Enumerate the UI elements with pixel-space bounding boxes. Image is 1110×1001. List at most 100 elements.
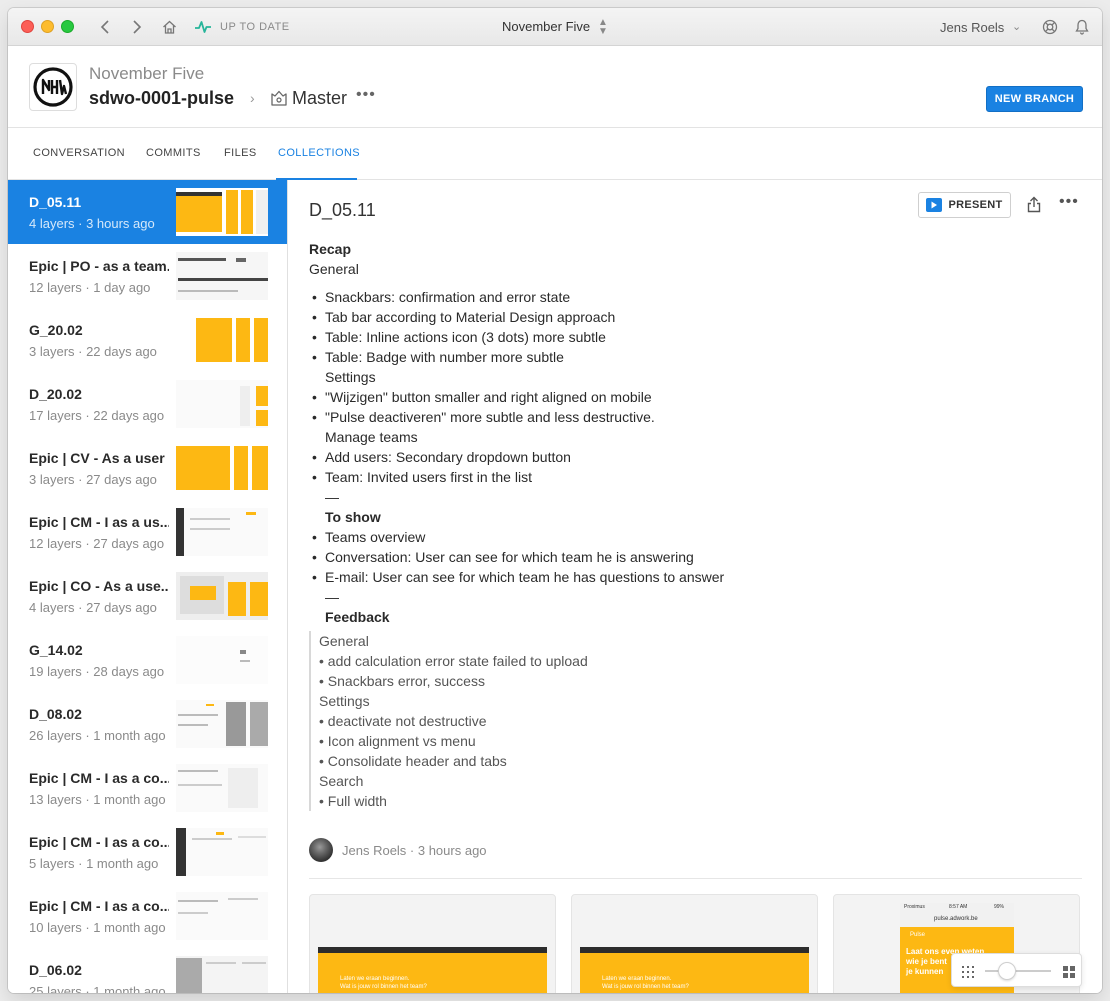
master-branch-icon bbox=[270, 89, 288, 112]
collection-meta: 12 layers · 1 day ago bbox=[29, 280, 151, 295]
present-label: PRESENT bbox=[948, 199, 1003, 211]
recap-heading: Recap bbox=[309, 241, 352, 257]
project-name[interactable]: sdwo-0001-pulse bbox=[89, 88, 234, 109]
collection-thumbnail bbox=[176, 636, 268, 684]
zoom-slider-track[interactable] bbox=[985, 970, 1051, 972]
recap-list: Snackbars: confirmation and error stateT… bbox=[309, 287, 1069, 627]
collection-thumbnail bbox=[176, 764, 268, 812]
collection-meta: 4 layers · 27 days ago bbox=[29, 600, 157, 615]
tab-commits[interactable]: COMMITS bbox=[146, 147, 201, 159]
organization-name[interactable]: November Five bbox=[89, 64, 204, 84]
collection-name: Epic | CM - I as a co... bbox=[29, 834, 169, 850]
collection-name: D_05.11 bbox=[29, 194, 82, 210]
feedback-line: General bbox=[319, 633, 369, 649]
collection-item[interactable]: Epic | CM - I as a co... 10 layers · 1 m… bbox=[8, 884, 287, 948]
collection-item[interactable]: Epic | PO - as a team... 12 layers · 1 d… bbox=[8, 244, 287, 308]
collection-meta: 5 layers · 1 month ago bbox=[29, 856, 159, 871]
forward-icon[interactable] bbox=[130, 17, 144, 37]
feedback-line: Settings bbox=[319, 693, 370, 709]
recap-bullet: Teams overview bbox=[309, 527, 1069, 547]
back-icon[interactable] bbox=[98, 17, 112, 37]
more-options-icon[interactable]: ••• bbox=[1059, 193, 1079, 211]
collection-thumbnail bbox=[176, 316, 268, 364]
large-grid-icon[interactable] bbox=[1063, 965, 1075, 983]
collection-item[interactable]: D_08.02 26 layers · 1 month ago bbox=[8, 692, 287, 756]
preview-brand: Pulse bbox=[910, 932, 926, 938]
collection-item[interactable]: G_20.02 3 layers · 22 days ago bbox=[8, 308, 287, 372]
share-icon[interactable] bbox=[1027, 196, 1041, 218]
avatar[interactable] bbox=[309, 838, 333, 862]
tab-collections[interactable]: COLLECTIONS bbox=[278, 147, 360, 159]
maximize-window-button[interactable] bbox=[61, 20, 74, 33]
title-bar: UP TO DATE November Five ▲ ▼ Jens Roels ⌄ bbox=[8, 8, 1102, 46]
project-switcher[interactable]: November Five bbox=[502, 19, 590, 34]
collection-item[interactable]: Epic | CV - As a user I... 3 layers · 27… bbox=[8, 436, 287, 500]
collection-thumbnail bbox=[176, 828, 268, 876]
collection-name: D_06.02 bbox=[29, 962, 82, 978]
preview-text: je kunnen bbox=[906, 967, 944, 976]
feedback-quote: General • add calculation error state fai… bbox=[309, 631, 1069, 811]
new-branch-button[interactable]: NEW BRANCH bbox=[986, 86, 1083, 112]
collection-thumbnail bbox=[176, 700, 268, 748]
user-menu[interactable]: Jens Roels bbox=[940, 20, 1004, 35]
feedback-line: • Icon alignment vs menu bbox=[319, 733, 476, 749]
preview-text: Laten we eraan beginnen. bbox=[602, 976, 672, 982]
recap-line: — bbox=[325, 589, 339, 605]
feedback-line: • Full width bbox=[319, 793, 387, 809]
sync-status-icon bbox=[194, 17, 212, 37]
recap-line: To show bbox=[325, 509, 381, 525]
app-window: UP TO DATE November Five ▲ ▼ Jens Roels ⌄… bbox=[8, 8, 1102, 993]
tab-files[interactable]: FILES bbox=[224, 147, 257, 159]
recap-bullet: E-mail: User can see for which team he h… bbox=[309, 567, 1069, 587]
collection-item[interactable]: Epic | CM - I as a us... 12 layers · 27 … bbox=[8, 500, 287, 564]
play-icon bbox=[926, 198, 943, 212]
minimize-window-button[interactable] bbox=[41, 20, 54, 33]
preview-status-carrier: Proximus bbox=[904, 904, 925, 910]
recap-bullet: "Wijzigen" button smaller and right alig… bbox=[309, 387, 1069, 407]
preview-text: Wat is jouw rol binnen het team? bbox=[340, 984, 427, 990]
collection-item[interactable]: D_05.11 4 layers · 3 hours ago bbox=[8, 180, 287, 244]
collection-thumbnail bbox=[176, 956, 268, 993]
collection-item[interactable]: D_20.02 17 layers · 22 days ago bbox=[8, 372, 287, 436]
collection-name: G_20.02 bbox=[29, 322, 83, 338]
feedback-line: • add calculation error state failed to … bbox=[319, 653, 588, 669]
collections-sidebar[interactable]: D_05.11 4 layers · 3 hours ago Epic | PO… bbox=[8, 180, 288, 993]
feedback-line: • Snackbars error, success bbox=[319, 673, 485, 689]
recap-bullet: Table: Inline actions icon (3 dots) more… bbox=[309, 327, 1069, 347]
collection-meta: 3 layers · 27 days ago bbox=[29, 472, 157, 487]
zoom-slider-handle[interactable] bbox=[998, 962, 1016, 980]
collection-thumbnail bbox=[176, 252, 268, 300]
project-header: November Five sdwo-0001-pulse › Master •… bbox=[8, 46, 1102, 128]
branch-name[interactable]: Master bbox=[292, 88, 347, 109]
collection-meta: 25 layers · 1 month ago bbox=[29, 984, 166, 993]
small-grid-icon[interactable] bbox=[962, 965, 974, 983]
recap-line: — bbox=[325, 489, 339, 505]
help-lifebuoy-icon[interactable] bbox=[1041, 17, 1059, 37]
collection-item[interactable]: Epic | CM - I as a co... 13 layers · 1 m… bbox=[8, 756, 287, 820]
layer-preview-card[interactable]: Laten we eraan beginnen. Wat is jouw rol… bbox=[309, 894, 556, 993]
collection-name: G_14.02 bbox=[29, 642, 83, 658]
collection-meta: 4 layers · 3 hours ago bbox=[29, 216, 155, 231]
collection-meta: 26 layers · 1 month ago bbox=[29, 728, 166, 743]
collection-name: Epic | CV - As a user I... bbox=[29, 450, 169, 466]
collection-item[interactable]: Epic | CM - I as a co... 5 layers · 1 mo… bbox=[8, 820, 287, 884]
chevron-up-down-icon[interactable]: ▲ ▼ bbox=[598, 18, 608, 37]
notifications-bell-icon[interactable] bbox=[1074, 17, 1090, 37]
divider bbox=[309, 878, 1082, 879]
november-five-logo bbox=[29, 63, 77, 111]
tab-conversation[interactable]: CONVERSATION bbox=[33, 147, 125, 159]
collection-name: D_08.02 bbox=[29, 706, 82, 722]
collection-item[interactable]: D_06.02 25 layers · 1 month ago bbox=[8, 948, 287, 993]
home-icon[interactable] bbox=[161, 17, 177, 37]
collection-thumbnail bbox=[176, 380, 268, 428]
layer-preview-card[interactable]: Laten we eraan beginnen. Wat is jouw rol… bbox=[571, 894, 818, 993]
chevron-down-icon[interactable]: ⌄ bbox=[1012, 20, 1021, 33]
branch-more-icon[interactable]: ••• bbox=[356, 86, 376, 104]
present-button[interactable]: PRESENT bbox=[918, 192, 1011, 218]
collection-item[interactable]: Epic | CO - As a use... 4 layers · 27 da… bbox=[8, 564, 287, 628]
preview-status-time: 8:57 AM bbox=[949, 904, 968, 910]
collection-meta: 12 layers · 27 days ago bbox=[29, 536, 165, 551]
close-window-button[interactable] bbox=[21, 20, 34, 33]
collection-item[interactable]: G_14.02 19 layers · 28 days ago bbox=[8, 628, 287, 692]
collection-title: D_05.11 bbox=[309, 200, 376, 220]
